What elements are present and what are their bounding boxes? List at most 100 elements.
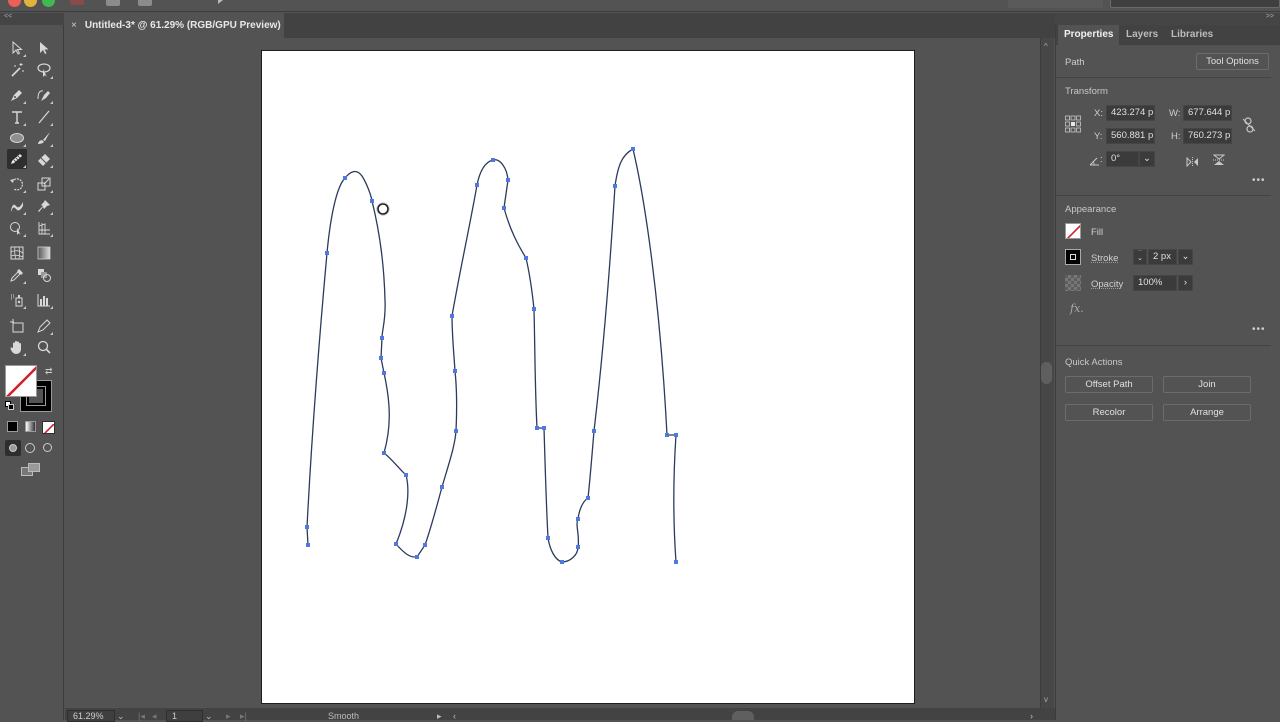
stroke-color-swatch[interactable] — [1065, 249, 1081, 265]
zoom-level-field[interactable]: 61.29% — [67, 710, 115, 722]
slice-tool[interactable] — [34, 316, 54, 336]
share-icon[interactable] — [218, 0, 223, 4]
horizontal-scroll-thumb[interactable] — [732, 711, 754, 720]
color-mode-button[interactable] — [7, 421, 18, 432]
line-segment-tool[interactable] — [34, 107, 54, 127]
scroll-down-icon[interactable]: v — [1044, 695, 1048, 704]
artboard-icon — [10, 319, 24, 333]
draw-inside-button[interactable] — [43, 443, 52, 452]
lasso-tool[interactable] — [34, 60, 54, 80]
last-artboard-icon[interactable]: ▸| — [240, 711, 247, 722]
workspace-button[interactable] — [106, 0, 120, 6]
curvature-pen-icon — [37, 90, 50, 101]
opacity-slider-button[interactable]: › — [1178, 275, 1193, 291]
scale-tool[interactable] — [34, 174, 54, 194]
fill-none-swatch[interactable] — [1065, 223, 1081, 239]
tab-layers[interactable]: Layers — [1120, 25, 1164, 45]
stroke-weight-field[interactable]: 2 px — [1148, 249, 1177, 265]
artboard-number-field[interactable]: 1 — [166, 710, 203, 722]
tools-panel-header[interactable]: << — [0, 13, 64, 25]
recolor-button[interactable]: Recolor — [1065, 404, 1153, 421]
gradient-tool[interactable] — [34, 243, 54, 263]
effects-fx-button[interactable]: fx. — [1070, 302, 1084, 315]
blend-tool[interactable] — [34, 265, 54, 285]
document-tab[interactable]: × Untitled-3* @ 61.29% (RGB/GPU Preview) — [65, 13, 284, 38]
properties-panel-header[interactable]: >> — [1055, 13, 1280, 25]
prev-artboard-icon[interactable]: ◂ — [152, 711, 157, 722]
stroke-weight-dropdown[interactable]: ⌄ — [1178, 249, 1193, 265]
flip-horizontal-icon[interactable] — [1186, 154, 1199, 172]
first-artboard-icon[interactable]: |◂ — [138, 711, 145, 722]
expand-panel-icon[interactable]: >> — [1266, 13, 1274, 20]
arrange-button[interactable]: Arrange — [1163, 404, 1251, 421]
opacity-label[interactable]: Opacity — [1091, 279, 1123, 290]
draw-behind-button[interactable] — [25, 443, 35, 453]
warp-tool[interactable] — [7, 196, 27, 216]
paintbrush-tool[interactable] — [34, 128, 54, 148]
x-position-field[interactable]: 423.274 p — [1106, 105, 1155, 121]
eyedropper-tool[interactable] — [7, 265, 27, 285]
fill-swatch-none[interactable] — [5, 365, 37, 397]
flip-vertical-icon[interactable] — [1212, 153, 1226, 171]
artboard-tool[interactable] — [7, 316, 27, 336]
ellipse-tool[interactable] — [7, 128, 27, 148]
search-help-input[interactable] — [1110, 0, 1280, 8]
transform-more-options-icon[interactable]: ••• — [1252, 175, 1266, 186]
tab-properties[interactable]: Properties — [1058, 25, 1120, 45]
shape-builder-tool[interactable] — [7, 218, 27, 238]
tab-libraries[interactable]: Libraries — [1165, 25, 1219, 45]
join-button[interactable]: Join — [1163, 376, 1251, 393]
scroll-up-icon[interactable]: ^ — [1044, 42, 1048, 51]
hand-tool[interactable] — [7, 337, 27, 357]
none-mode-button[interactable] — [42, 421, 55, 434]
stroke-weight-stepper[interactable]: ⌃ ⌄ — [1133, 249, 1147, 265]
next-artboard-icon[interactable]: ▸ — [226, 711, 231, 722]
zoom-tool[interactable] — [34, 337, 54, 357]
rotate-tool[interactable] — [7, 174, 27, 194]
draw-normal-button[interactable] — [5, 440, 21, 456]
pencil-tool[interactable] — [7, 149, 27, 169]
reference-point-icon[interactable] — [1065, 115, 1081, 133]
opacity-field[interactable]: 100% — [1133, 275, 1177, 291]
workspace-switcher[interactable] — [1008, 0, 1103, 8]
close-tab-icon[interactable]: × — [71, 20, 77, 31]
artboard[interactable] — [261, 50, 915, 704]
y-position-field[interactable]: 560.881 p — [1106, 128, 1155, 144]
rotation-dropdown-button[interactable]: ⌄ — [1139, 151, 1155, 167]
constrain-proportions-icon[interactable] — [1242, 117, 1256, 133]
vertical-scroll-thumb[interactable] — [1041, 362, 1052, 384]
mesh-tool[interactable] — [7, 243, 27, 263]
puppet-warp-tool[interactable] — [34, 196, 54, 216]
perspective-grid-tool[interactable] — [34, 218, 54, 238]
arrange-documents-button[interactable] — [138, 0, 152, 6]
magnifier-icon — [37, 340, 51, 354]
zoom-dropdown-icon[interactable]: ⌄ — [117, 711, 125, 722]
column-graph-tool[interactable] — [34, 290, 54, 310]
default-fill-stroke-icon[interactable] — [5, 401, 14, 410]
width-field[interactable]: 677.644 p — [1183, 105, 1232, 121]
type-tool[interactable] — [7, 107, 27, 127]
eraser-tool[interactable] — [34, 149, 54, 169]
screen-mode-button[interactable] — [21, 463, 41, 477]
height-field[interactable]: 760.273 p — [1183, 128, 1232, 144]
y-label: Y: — [1094, 131, 1103, 142]
eraser-icon — [38, 154, 50, 166]
stroke-label[interactable]: Stroke — [1091, 253, 1118, 264]
gradient-mode-button[interactable] — [25, 421, 36, 432]
direct-selection-tool[interactable] — [34, 38, 54, 58]
pen-tool[interactable] — [7, 85, 27, 105]
collapse-panel-icon[interactable]: << — [4, 13, 12, 20]
offset-path-button[interactable]: Offset Path — [1065, 376, 1153, 393]
artboard-dropdown-icon[interactable]: ⌄ — [205, 711, 213, 722]
rotation-angle-field[interactable]: 0° — [1106, 151, 1139, 167]
swap-fill-stroke-icon[interactable]: ⇄ — [45, 366, 53, 377]
status-menu-icon[interactable]: ▸ — [437, 711, 442, 722]
symbol-sprayer-tool[interactable] — [7, 290, 27, 310]
document-title: Untitled-3* @ 61.29% (RGB/GPU Preview) — [84, 20, 281, 31]
curvature-tool[interactable] — [34, 85, 54, 105]
magic-wand-tool[interactable] — [7, 60, 27, 80]
selection-tool[interactable] — [7, 38, 27, 58]
horizontal-scrollbar[interactable] — [65, 708, 1055, 720]
appearance-more-options-icon[interactable]: ••• — [1252, 324, 1266, 335]
tool-options-button[interactable]: Tool Options — [1196, 53, 1269, 70]
